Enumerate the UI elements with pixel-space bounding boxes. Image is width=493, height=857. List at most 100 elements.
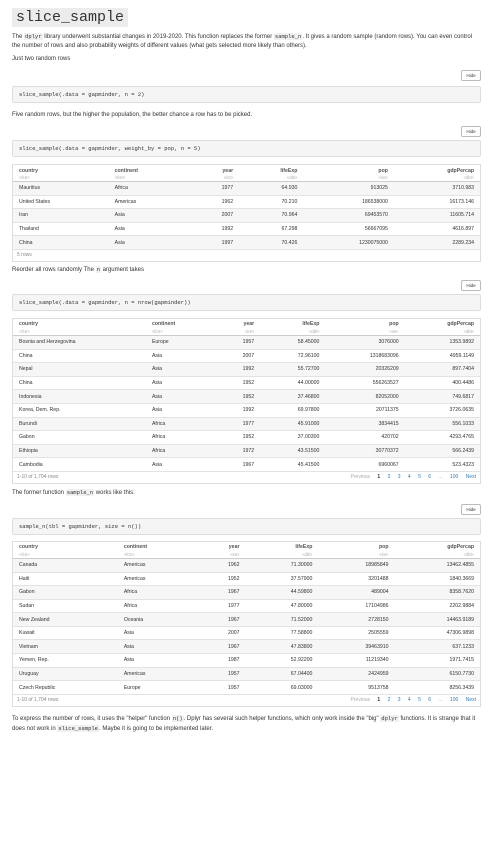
hide-button[interactable]: Hide: [461, 503, 481, 515]
table-cell: 1992: [214, 403, 261, 418]
table-cell: 71.30000: [245, 558, 319, 573]
table-cell: 1992: [214, 362, 261, 377]
column-header[interactable]: continent: [118, 542, 195, 551]
column-type: <fctr>: [145, 327, 215, 336]
column-header[interactable]: gdpPercap: [405, 319, 480, 328]
column-header[interactable]: gdpPercap: [395, 542, 481, 551]
inline-code: sample_n: [65, 488, 95, 496]
column-header[interactable]: lifeExp: [245, 542, 318, 551]
table-cell: 1957: [194, 680, 246, 695]
table-cell: China: [13, 376, 146, 391]
page-link[interactable]: 5: [418, 697, 421, 703]
column-header[interactable]: lifeExp: [239, 165, 303, 174]
table-cell: 69.97800: [260, 403, 326, 418]
column-header[interactable]: gdpPercap: [394, 165, 480, 174]
page-link[interactable]: 6: [428, 697, 431, 703]
column-type: <int>: [318, 550, 395, 559]
column-header[interactable]: country: [13, 165, 109, 174]
page-link[interactable]: 6: [428, 474, 431, 480]
column-header[interactable]: pop: [325, 319, 404, 328]
table-cell: 1997: [186, 235, 240, 250]
table-cell: 45.41500: [260, 457, 326, 472]
table-cell: New Zealand: [13, 612, 118, 627]
table-cell: Asia: [108, 235, 187, 250]
table-cell: Korea, Dem. Rep.: [13, 403, 146, 418]
column-header[interactable]: pop: [318, 542, 394, 551]
pagination: Previous 1 2 3 4 5 6 ... 100 Next: [345, 695, 476, 706]
table-cell: 489004: [318, 585, 395, 600]
table-cell: 749.6817: [404, 389, 480, 404]
code-block: slice_sample(.data = gapminder, n = nrow…: [12, 293, 481, 311]
next-button[interactable]: Next: [466, 697, 476, 703]
inline-code: slice_sample: [57, 724, 99, 732]
page-link[interactable]: 2: [388, 474, 391, 480]
next-button[interactable]: Next: [466, 474, 476, 480]
column-header[interactable]: country: [13, 319, 146, 328]
column-header[interactable]: country: [13, 542, 118, 551]
table-row: Nepal Asia 1992 55.72700 20326209 897.7404: [13, 362, 480, 377]
table-footer: 1-10 of 1,704 rows Previous 1 2 3 4 5 6 …: [13, 695, 480, 706]
column-type: <dbl>: [239, 174, 304, 182]
table-cell: 1967: [214, 457, 261, 472]
table-cell: 2007: [214, 349, 261, 364]
table-row: Kuwait Asia 2007 77.58800 2505559 47306.9898: [13, 626, 480, 641]
table-row: Sudan Africa 1977 47.80000 17104986 2202.9884: [13, 599, 480, 614]
page-link[interactable]: 4: [408, 697, 411, 703]
table-cell: 913025: [303, 181, 394, 196]
page-link[interactable]: 4: [408, 474, 411, 480]
hide-button[interactable]: Hide: [461, 70, 481, 81]
inline-code: n: [95, 265, 101, 273]
page-link[interactable]: 100: [450, 697, 458, 703]
column-header[interactable]: continent: [109, 165, 187, 174]
table-cell: 44.59800: [245, 585, 319, 600]
page-link[interactable]: 100: [450, 474, 458, 480]
paragraph: Reorder all rows randomly The n argument…: [12, 265, 144, 273]
table-row: Czech Republic Europe 1957 69.03000 9513758 8…: [13, 680, 480, 695]
hide-button[interactable]: Hide: [461, 126, 481, 137]
table-row: Cambodia Asia 1967 45.41500 6960067 523.4323: [13, 457, 480, 472]
table-cell: 71.52000: [245, 612, 319, 627]
table-cell: 3834415: [325, 417, 405, 432]
column-header[interactable]: continent: [146, 319, 215, 328]
table-cell: China: [13, 235, 109, 250]
table-cell: 400.4486: [404, 376, 480, 391]
column-type: <int>: [186, 174, 240, 182]
column-type: <dbl>: [394, 550, 480, 559]
column-header[interactable]: year: [194, 542, 245, 551]
table-cell: China: [13, 349, 146, 364]
column-header[interactable]: year: [187, 165, 239, 174]
page-link[interactable]: 5: [418, 474, 421, 480]
column-type: <dbl>: [245, 550, 319, 559]
page-link[interactable]: 1: [377, 474, 380, 480]
hide-button[interactable]: Hide: [461, 279, 481, 291]
table-cell: 4959.1149: [404, 349, 480, 364]
table-cell: 1977: [186, 181, 240, 196]
page-link[interactable]: 1: [377, 697, 380, 703]
previous-button[interactable]: Previous: [351, 697, 370, 703]
table-cell: 1952: [194, 572, 246, 587]
table-cell: 186538000: [303, 195, 394, 210]
table-cell: Africa: [145, 417, 215, 432]
column-type: <dbl>: [404, 327, 480, 336]
page-link[interactable]: 3: [398, 474, 401, 480]
table-cell: Sudan: [13, 599, 118, 614]
column-header[interactable]: year: [215, 319, 261, 328]
previous-button[interactable]: Previous: [351, 474, 370, 480]
table-cell: 17104986: [318, 599, 395, 614]
table-cell: 1967: [194, 639, 246, 655]
column-header[interactable]: lifeExp: [260, 319, 325, 328]
table-cell: 20711375: [325, 403, 405, 418]
table-cell: Asia: [117, 653, 195, 668]
page-link[interactable]: 2: [388, 697, 391, 703]
table-cell: Vietnam: [13, 639, 118, 655]
data-table-3: country continent year lifeExp pop gdpPe…: [12, 540, 481, 707]
table-cell: 77.58800: [245, 626, 319, 641]
column-type: <int>: [303, 174, 394, 182]
page-link[interactable]: 3: [398, 697, 401, 703]
table-cell: Gabon: [13, 585, 118, 600]
table-row: Bosnia and Herzegovina Europe 1957 58.45000…: [13, 335, 480, 350]
pagination: Previous 1 2 3 4 5 6 ... 100 Next: [345, 472, 476, 483]
table-cell: 3710.983: [393, 181, 480, 196]
column-header[interactable]: pop: [303, 165, 394, 174]
table-cell: 1992: [186, 222, 240, 237]
